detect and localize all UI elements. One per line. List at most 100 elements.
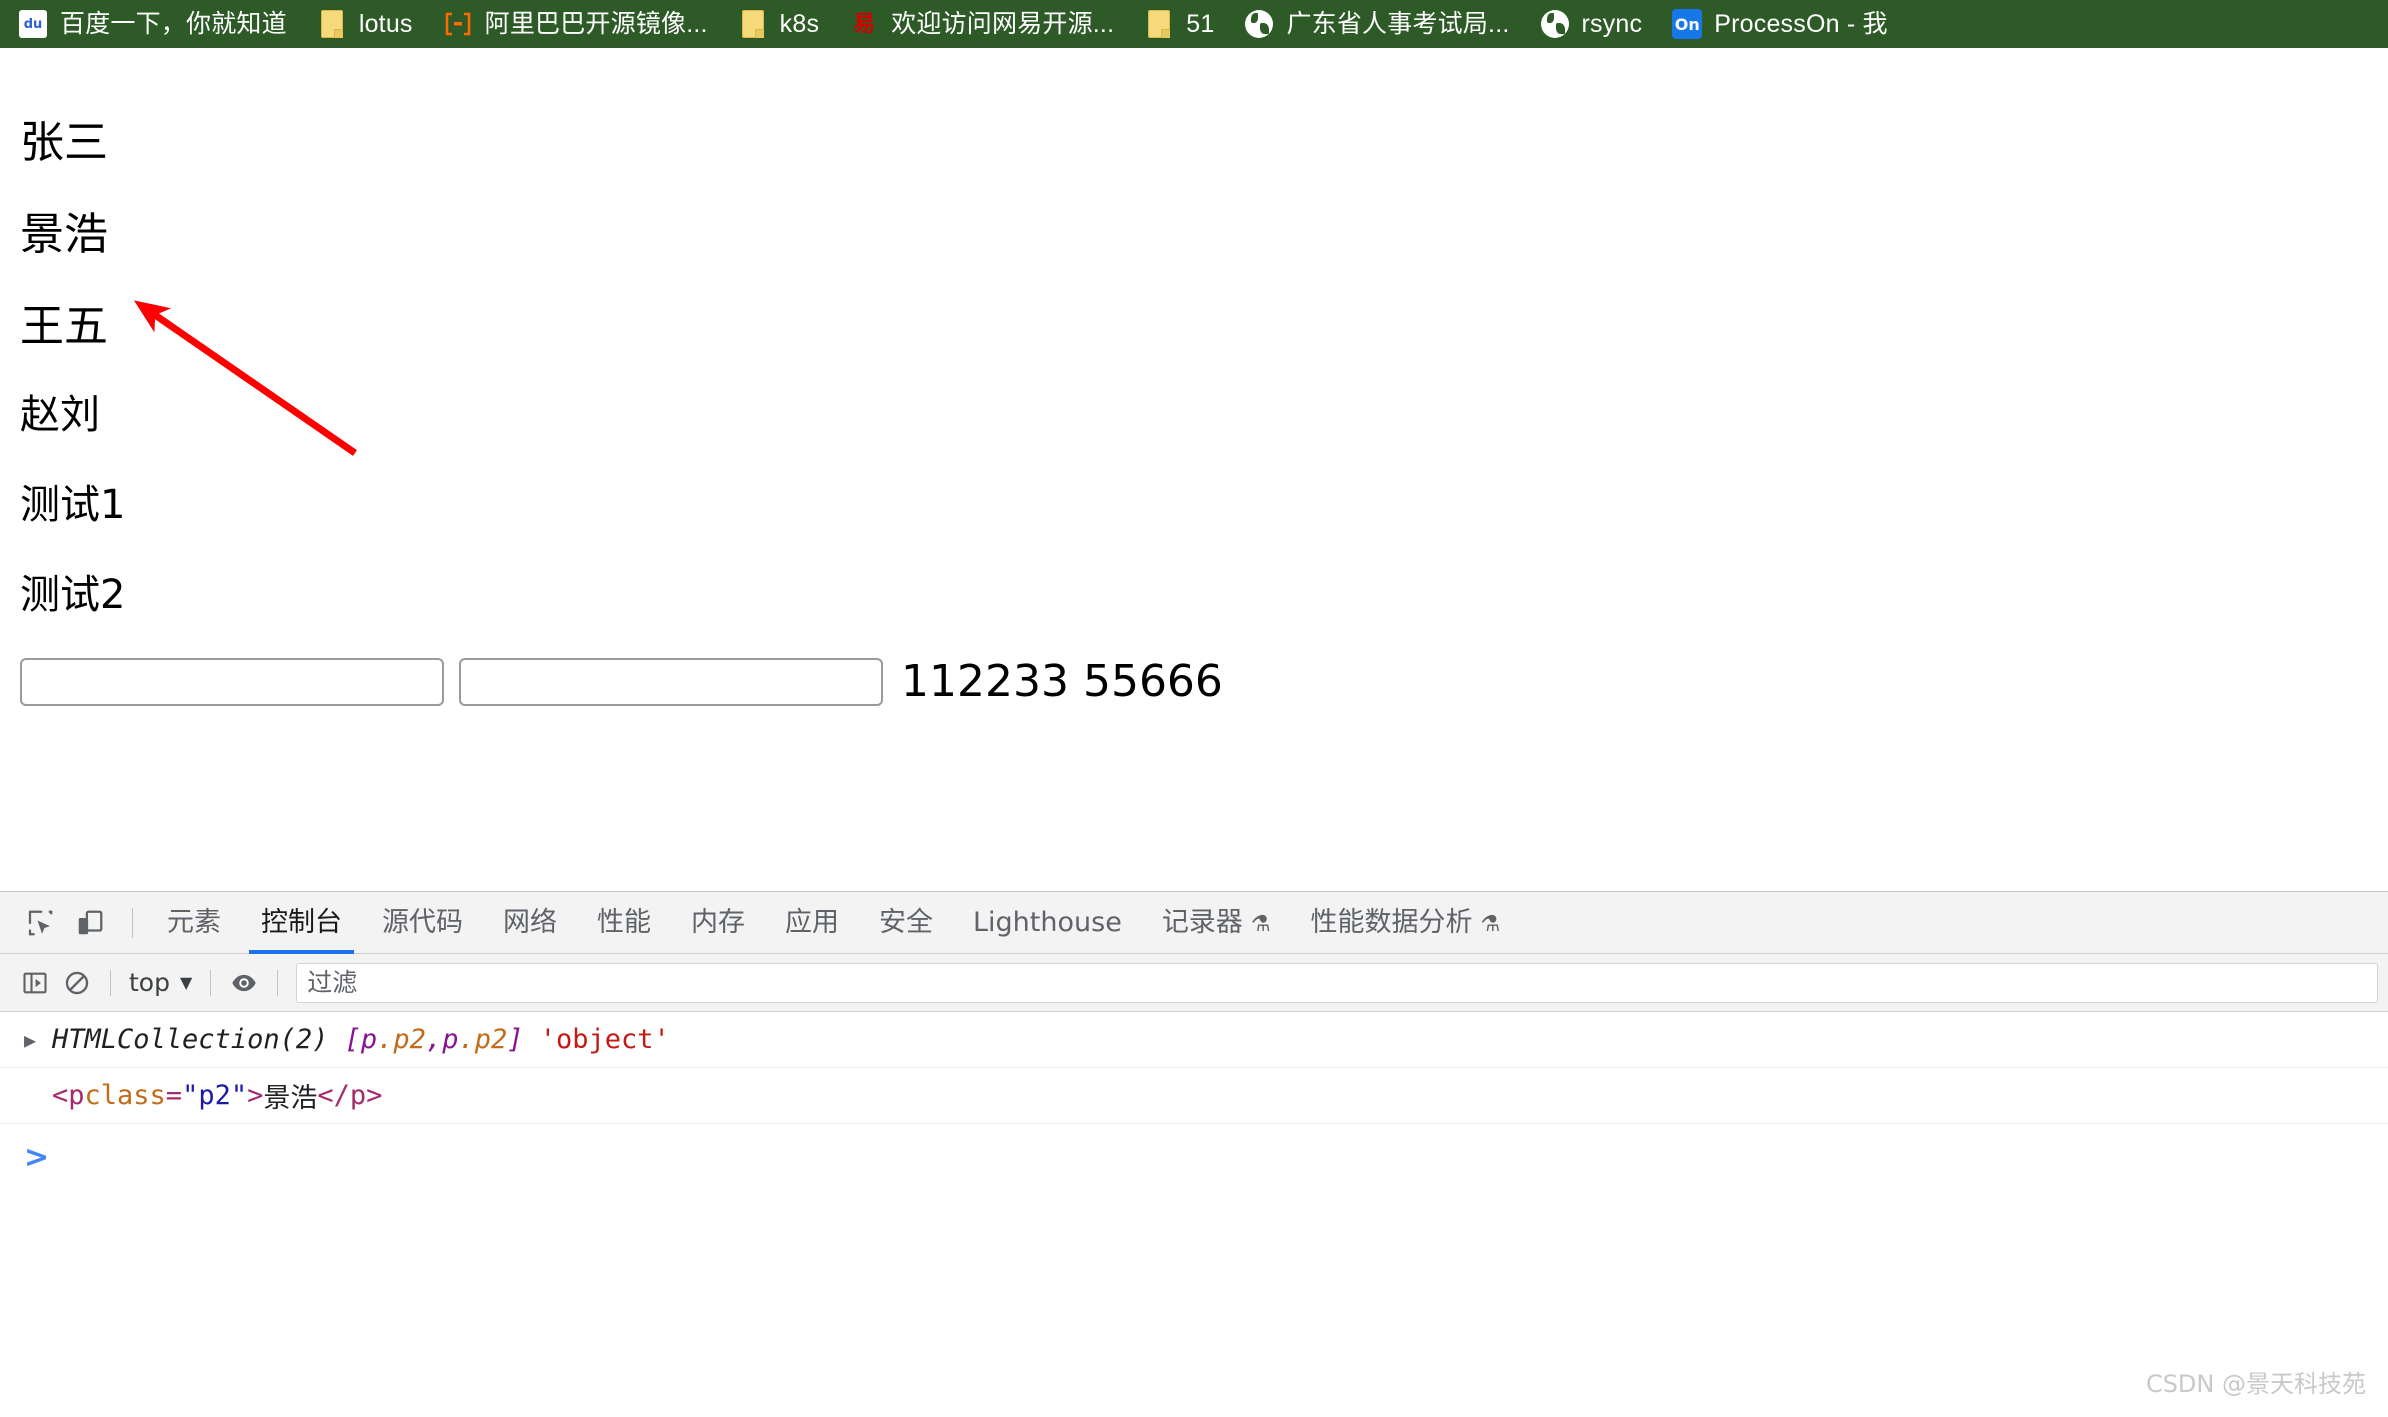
text-input-1[interactable]: [20, 657, 444, 706]
execution-context-selector[interactable]: top ▼: [123, 968, 198, 997]
input-row: 112233 55666: [20, 656, 1223, 707]
aliyun-icon: [443, 9, 473, 39]
console-sidebar-icon[interactable]: [14, 962, 56, 1004]
netease-icon: 易: [853, 11, 876, 36]
tab-label: Lighthouse: [973, 906, 1122, 938]
console-token: =: [165, 1080, 183, 1111]
bookmark-item-k8s[interactable]: k8s: [738, 0, 820, 48]
page-viewport: 张三 景浩 王五 赵刘 测试1 测试2 112233 55666: [0, 48, 2388, 891]
tab-label: 记录器: [1161, 906, 1243, 938]
list-item: 测试2: [20, 572, 126, 618]
tab-performance[interactable]: 性能: [577, 892, 671, 954]
watermark: CSDN @景天科技苑: [2145, 1370, 2366, 1398]
tab-label: 源代码: [382, 906, 463, 938]
live-expression-icon[interactable]: [223, 962, 265, 1004]
bookmark-label: 阿里巴巴开源镜像...: [484, 10, 708, 38]
trailing-text: 112233 55666: [901, 656, 1223, 707]
list-item: 景浩: [20, 209, 108, 260]
console-token: p: [442, 1024, 459, 1055]
console-token: HTMLCollection(2): [52, 1024, 329, 1055]
console-filter-input[interactable]: [296, 962, 2378, 1003]
console-row-object[interactable]: ▶ HTMLCollection(2) [p .p2, p .p2] 'object…: [0, 1012, 2388, 1068]
tab-console[interactable]: 控制台: [241, 892, 362, 954]
tab-label: 元素: [167, 906, 221, 938]
list-item: 赵刘: [20, 392, 100, 438]
console-token: .p2: [377, 1024, 426, 1055]
folder-icon: [317, 9, 347, 39]
list-item: 王五: [20, 301, 108, 352]
bookmark-item-guangdong[interactable]: 广东省人事考试局...: [1244, 0, 1509, 48]
devtools-tabbar: 元素 控制台 源代码 网络 性能 内存 应用 安全 Lighthouse 记录器…: [0, 892, 2388, 954]
filterbar-divider: [277, 969, 279, 996]
console-token: p: [360, 1024, 378, 1055]
bookmark-item-baidu[interactable]: du 百度一下，你就知道: [18, 0, 287, 48]
console-token: <p: [52, 1080, 85, 1111]
bookmark-item-lotus[interactable]: lotus: [317, 0, 413, 48]
bookmark-item-rsync[interactable]: rsync: [1540, 0, 1643, 48]
inspect-element-icon[interactable]: [18, 901, 62, 945]
tab-recorder[interactable]: 记录器 ⚗: [1142, 892, 1291, 954]
console-token: 景浩: [263, 1083, 318, 1114]
tab-elements[interactable]: 元素: [147, 892, 241, 954]
console-output: ▶ HTMLCollection(2) [p .p2, p .p2] 'object…: [0, 1012, 2388, 1190]
console-filter-bar: top ▼: [0, 954, 2388, 1012]
filterbar-divider: [210, 969, 212, 996]
console-prompt[interactable]: >: [0, 1124, 2388, 1190]
bookmark-item-processon[interactable]: On ProcessOn - 我: [1672, 0, 1888, 48]
toolbar-divider: [132, 907, 133, 938]
bookmark-label: lotus: [358, 10, 413, 38]
tab-application[interactable]: 应用: [765, 892, 859, 954]
list-item: 张三: [20, 117, 108, 168]
tab-performance-insights[interactable]: 性能数据分析 ⚗: [1291, 892, 1521, 954]
bookmark-label: 百度一下，你就知道: [60, 10, 287, 38]
tab-label: 内存: [691, 906, 745, 938]
tab-label: 控制台: [261, 906, 342, 938]
flask-icon: ⚗: [1480, 911, 1501, 937]
device-toolbar-icon[interactable]: [68, 901, 112, 945]
chevron-down-icon: ▼: [179, 973, 193, 992]
console-row-html[interactable]: <p class = "p2" > 景浩 </p>: [0, 1068, 2388, 1124]
flask-icon: ⚗: [1250, 911, 1271, 937]
bookmark-item-51[interactable]: 51: [1144, 0, 1214, 48]
tab-label: 性能: [597, 906, 651, 938]
annotation-arrow-icon: [133, 300, 357, 456]
tab-memory[interactable]: 内存: [671, 892, 765, 954]
text-input-2[interactable]: [459, 657, 883, 706]
clear-console-icon[interactable]: [56, 962, 98, 1004]
devtools-panel: 元素 控制台 源代码 网络 性能 内存 应用 安全 Lighthouse 记录器…: [0, 891, 2388, 1417]
folder-icon: [1144, 9, 1174, 39]
bookmark-label: k8s: [779, 10, 820, 38]
console-token: [: [344, 1024, 361, 1055]
tab-sources[interactable]: 源代码: [362, 892, 483, 954]
expand-triangle-icon[interactable]: ▶: [24, 1028, 36, 1052]
execution-context-label: top: [129, 968, 170, 997]
console-token: ,: [425, 1024, 443, 1055]
folder-icon: [738, 9, 768, 39]
console-token: "p2": [182, 1080, 248, 1111]
console-token: >: [247, 1080, 264, 1111]
bookmark-label: ProcessOn - 我: [1714, 10, 1888, 38]
bookmark-item-netease[interactable]: 易 欢迎访问网易开源...: [849, 0, 1114, 48]
bookmark-item-aliyun[interactable]: 阿里巴巴开源镜像...: [443, 0, 708, 48]
console-token: .p2: [458, 1024, 508, 1055]
tab-security[interactable]: 安全: [859, 892, 953, 954]
console-token: ]: [507, 1024, 524, 1055]
globe-icon: [1540, 9, 1570, 39]
list-item: 测试1: [20, 482, 126, 528]
tab-label: 性能数据分析: [1310, 906, 1473, 938]
tab-label: 应用: [785, 906, 839, 938]
tab-lighthouse[interactable]: Lighthouse: [953, 892, 1142, 954]
tab-network[interactable]: 网络: [483, 892, 577, 954]
console-prompt-chevron-icon: >: [24, 1139, 50, 1175]
console-token: </p>: [317, 1080, 383, 1111]
globe-icon: [1244, 9, 1274, 39]
bookmarks-bar: du 百度一下，你就知道 lotus 阿里巴巴开源镜像... k8s 易 欢迎访…: [0, 0, 2388, 48]
filterbar-divider: [110, 969, 111, 996]
tab-label: 网络: [503, 906, 557, 938]
baidu-icon: du: [18, 9, 48, 39]
tab-label: 安全: [879, 906, 933, 938]
bookmark-label: 广东省人事考试局...: [1286, 10, 1510, 38]
bookmark-label: rsync: [1581, 10, 1643, 38]
console-token: 'object': [539, 1024, 670, 1055]
bookmark-label: 欢迎访问网易开源...: [891, 10, 1115, 38]
